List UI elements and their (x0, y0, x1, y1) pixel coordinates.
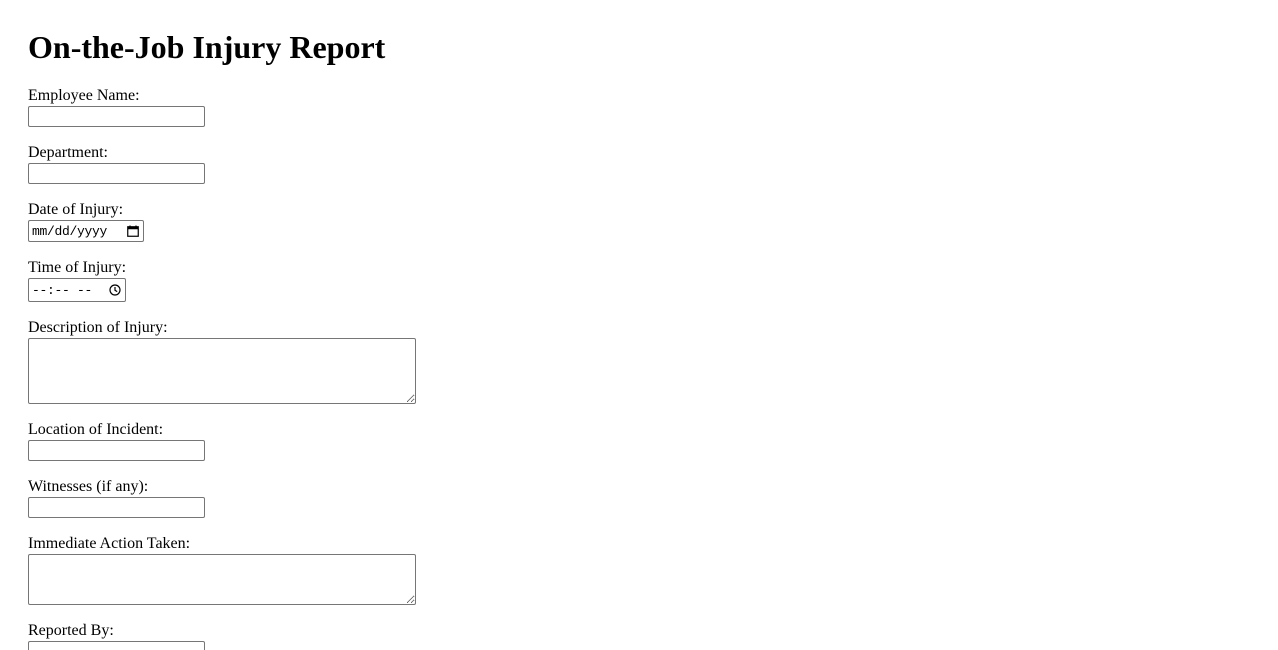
location-input[interactable] (28, 440, 205, 461)
date-placeholder: mm/dd/yyyy (32, 223, 108, 239)
date-of-injury-field: Date of Injury: mm/dd/yyyy (28, 201, 144, 242)
witnesses-field: Witnesses (if any): (28, 478, 205, 518)
department-input[interactable] (28, 163, 205, 184)
description-textarea[interactable] (28, 338, 416, 404)
reported-by-label: Reported By: (28, 622, 114, 639)
clock-icon[interactable] (109, 284, 121, 296)
time-of-injury-label: Time of Injury: (28, 259, 127, 276)
immediate-action-textarea[interactable] (28, 554, 416, 605)
employee-name-field: Employee Name: (28, 87, 205, 127)
immediate-action-field: Immediate Action Taken: (28, 535, 416, 605)
date-of-injury-input[interactable]: mm/dd/yyyy (28, 220, 144, 242)
description-field: Description of Injury: (28, 319, 416, 404)
time-of-injury-input[interactable]: --:-- -- (28, 278, 126, 302)
witnesses-label: Witnesses (if any): (28, 478, 149, 495)
page-title: On-the-Job Injury Report (28, 29, 386, 65)
location-label: Location of Incident: (28, 421, 164, 438)
date-of-injury-label: Date of Injury: (28, 201, 124, 218)
immediate-action-label: Immediate Action Taken: (28, 535, 191, 552)
time-placeholder: --:-- -- (32, 282, 93, 298)
reported-by-input[interactable] (28, 641, 205, 650)
calendar-icon[interactable] (127, 225, 139, 237)
employee-name-input[interactable] (28, 106, 205, 127)
description-label: Description of Injury: (28, 319, 168, 336)
reported-by-field: Reported By: (28, 622, 205, 650)
department-label: Department: (28, 144, 108, 161)
time-of-injury-field: Time of Injury: --:-- -- (28, 259, 126, 302)
witnesses-input[interactable] (28, 497, 205, 518)
location-field: Location of Incident: (28, 421, 205, 461)
department-field: Department: (28, 144, 205, 184)
employee-name-label: Employee Name: (28, 87, 140, 104)
